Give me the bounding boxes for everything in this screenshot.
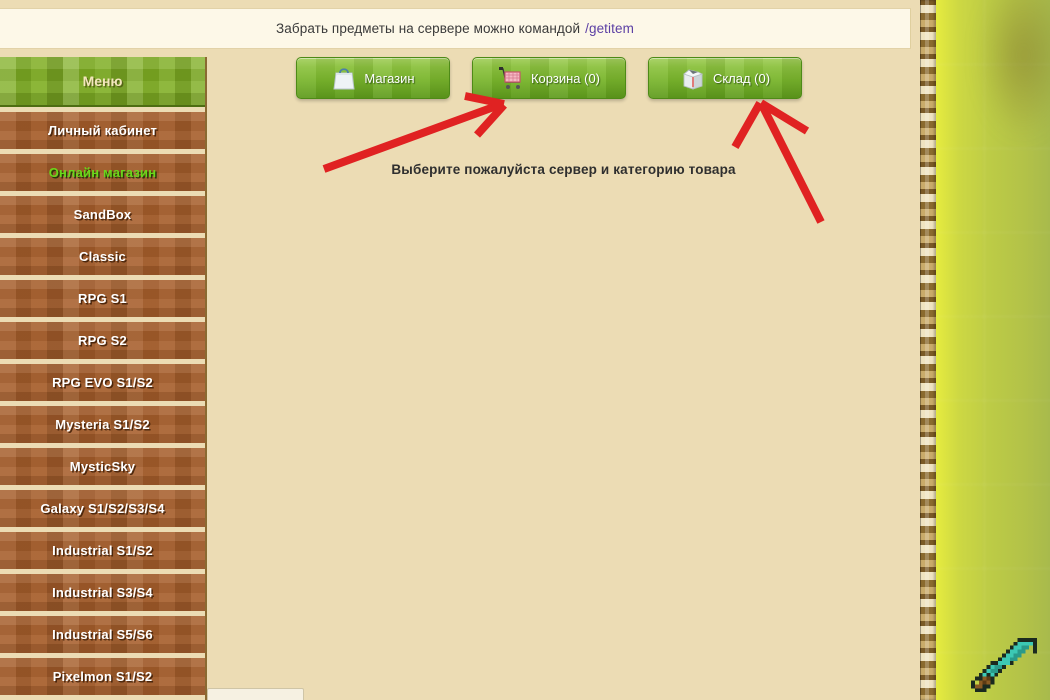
sidebar-item-2[interactable]: Онлайн магазин <box>0 154 205 191</box>
storage-button[interactable]: Склад (0) <box>648 57 802 99</box>
notice-banner: Забрать предметы на сервере можно команд… <box>0 8 911 49</box>
sidebar-item-10[interactable]: Galaxy S1/S2/S3/S4 <box>0 490 205 527</box>
sidebar-item-list: Личный кабинет Онлайн магазин SandBox Class… <box>0 112 205 695</box>
desktop-wallpaper <box>920 0 1050 700</box>
sidebar-item-12[interactable]: Industrial S3/S4 <box>0 574 205 611</box>
sidebar-item-label: Онлайн магазин <box>48 165 157 180</box>
cart-button-label: Корзина (0) <box>530 70 601 86</box>
storage-button-label: Склад (0) <box>712 70 771 86</box>
sidebar-item-label: Classic <box>79 249 126 264</box>
sidebar-item-label: RPG EVO S1/S2 <box>52 375 153 390</box>
decorative-border-strip <box>918 0 936 700</box>
sidebar-item-1[interactable]: Личный кабинет <box>0 112 205 149</box>
content-area: Магазин Корзина (0) Склад (0) Выберите п… <box>207 47 920 700</box>
horizontal-scrollbar-thumb[interactable] <box>207 688 304 700</box>
sidebar-item-label: Industrial S3/S4 <box>52 585 153 600</box>
sidebar-item-label: RPG S1 <box>78 291 127 306</box>
sidebar-item-3[interactable]: SandBox <box>0 196 205 233</box>
sidebar-header: Меню <box>0 57 205 107</box>
storage-box-icon <box>683 69 704 90</box>
selection-hint: Выберите пожалуйста сервер и категорию т… <box>391 162 736 177</box>
sidebar-item-4[interactable]: Classic <box>0 238 205 275</box>
sidebar-item-9[interactable]: MysticSky <box>0 448 205 485</box>
sidebar-item-label: Mysteria S1/S2 <box>55 417 150 432</box>
annotation-arrows <box>322 92 825 224</box>
diamond-sword-icon <box>971 637 1037 693</box>
sidebar-item-label: Industrial S5/S6 <box>52 627 153 642</box>
getitem-command-link[interactable]: /getitem <box>585 21 634 36</box>
wallpaper-shadow-smudge <box>978 0 1050 140</box>
sidebar-item-11[interactable]: Industrial S1/S2 <box>0 532 205 569</box>
site-container: Забрать предметы на сервере можно команд… <box>0 0 920 700</box>
sidebar-item-label: SandBox <box>73 207 132 222</box>
sidebar-item-5[interactable]: RPG S1 <box>0 280 205 317</box>
sidebar-item-13[interactable]: Industrial S5/S6 <box>0 616 205 653</box>
shop-button[interactable]: Магазин <box>296 57 450 99</box>
sidebar-item-label: RPG S2 <box>78 333 127 348</box>
sidebar-item-label: Pixelmon S1/S2 <box>52 669 153 684</box>
shopping-cart-icon <box>498 67 521 89</box>
notice-text: Забрать предметы на сервере можно команд… <box>276 21 581 36</box>
sidebar-item-7[interactable]: RPG EVO S1/S2 <box>0 364 205 401</box>
sidebar: Меню Личный кабинет Онлайн магазин SandBox… <box>0 57 207 700</box>
sidebar-item-8[interactable]: Mysteria S1/S2 <box>0 406 205 443</box>
shopping-bag-icon <box>333 68 355 90</box>
page-root: Забрать предметы на сервере можно команд… <box>0 0 1050 700</box>
shop-toolbar: Магазин Корзина (0) Склад (0) <box>296 57 802 99</box>
sidebar-item-label: Личный кабинет <box>47 123 158 138</box>
sidebar-item-14[interactable]: Pixelmon S1/S2 <box>0 658 205 695</box>
sidebar-item-6[interactable]: RPG S2 <box>0 322 205 359</box>
cart-button[interactable]: Корзина (0) <box>472 57 626 99</box>
sidebar-header-label: Меню <box>82 73 123 89</box>
sidebar-item-label: MysticSky <box>69 459 136 474</box>
shop-button-label: Магазин <box>364 70 415 86</box>
sidebar-item-label: Galaxy S1/S2/S3/S4 <box>40 501 165 516</box>
sidebar-item-label: Industrial S1/S2 <box>52 543 153 558</box>
